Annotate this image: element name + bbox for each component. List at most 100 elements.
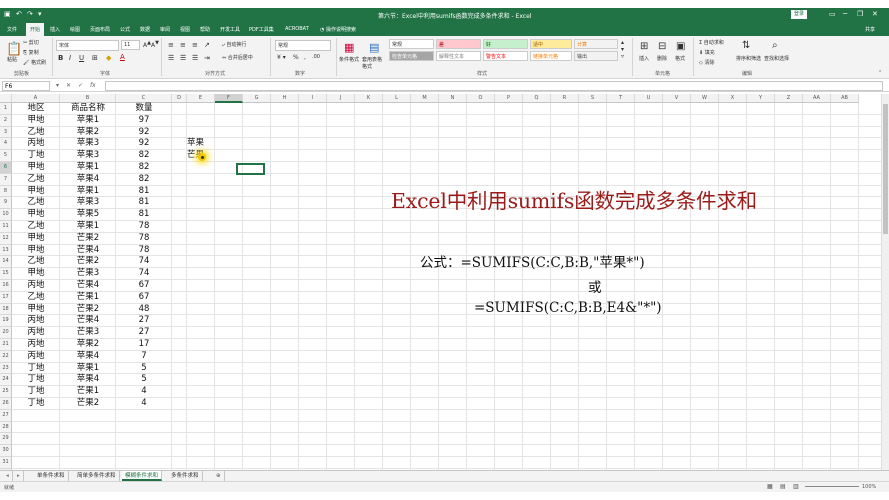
name-box[interactable]: F6: [2, 81, 50, 91]
align-bottom-icon[interactable]: ≡: [192, 41, 198, 49]
conditional-format-icon[interactable]: ▦: [344, 41, 354, 54]
header-region[interactable]: 地区: [12, 103, 60, 115]
cell-quantity[interactable]: 81: [116, 186, 172, 198]
number-format-select[interactable]: 常规: [275, 40, 331, 51]
cell-product[interactable]: 芒果4: [60, 280, 116, 292]
column-header-i[interactable]: I: [299, 94, 327, 103]
column-header-v[interactable]: V: [663, 94, 691, 103]
sheet-tab-4[interactable]: 多条件求和: [168, 471, 203, 481]
style-neutral[interactable]: 适中: [530, 39, 572, 49]
cell-region[interactable]: 乙地: [12, 256, 60, 268]
cell-region[interactable]: 乙地: [12, 292, 60, 304]
cell-product[interactable]: 苹果3: [60, 138, 116, 150]
column-header-aa[interactable]: AA: [803, 94, 831, 103]
wrap-text-button[interactable]: ⤶ 自动换行: [222, 41, 246, 48]
cell-quantity[interactable]: 4: [116, 398, 172, 410]
row-header-20[interactable]: 20: [0, 327, 12, 339]
column-header-k[interactable]: K: [355, 94, 383, 103]
cell-region[interactable]: 丙地: [12, 327, 60, 339]
tab-file[interactable]: 文件: [7, 26, 17, 33]
column-header-p[interactable]: P: [495, 94, 523, 103]
column-header-t[interactable]: T: [607, 94, 635, 103]
cell-quantity[interactable]: 92: [116, 138, 172, 150]
tab-view[interactable]: 视图: [180, 26, 190, 33]
cell-product[interactable]: 芒果2: [60, 398, 116, 410]
column-header-c[interactable]: C: [116, 94, 172, 103]
tab-data[interactable]: 数据: [140, 26, 150, 33]
style-check-cell[interactable]: 检查单元格: [389, 51, 434, 61]
tab-pdf[interactable]: PDF工具集: [249, 26, 274, 33]
row-header-28[interactable]: 28: [0, 421, 12, 434]
style-warning[interactable]: 警告文本: [483, 51, 528, 61]
cell-product[interactable]: 苹果3: [60, 150, 116, 162]
row-header-19[interactable]: 19: [0, 315, 12, 328]
cell-product[interactable]: 苹果2: [60, 127, 116, 139]
find-select-icon[interactable]: ⌕: [772, 40, 778, 51]
format-cells-button[interactable]: 格式: [675, 55, 685, 62]
cell-region[interactable]: 丙地: [12, 138, 60, 150]
comma-icon[interactable]: ,: [304, 54, 306, 61]
cell-region[interactable]: 甲地: [12, 233, 60, 245]
find-select-button[interactable]: 查找和选择: [764, 55, 789, 62]
column-header-o[interactable]: O: [467, 94, 495, 103]
tab-formulas[interactable]: 公式: [120, 26, 130, 33]
row-header-12[interactable]: 12: [0, 232, 12, 245]
customize-icon[interactable]: ▾: [38, 10, 42, 18]
cell-region[interactable]: 丙地: [12, 280, 60, 292]
column-header-q[interactable]: Q: [523, 94, 551, 103]
name-box-dropdown-icon[interactable]: ▾: [56, 82, 59, 89]
style-good[interactable]: 好: [483, 39, 528, 49]
cell-region[interactable]: 丙地: [12, 339, 60, 351]
cell-product[interactable]: 苹果1: [60, 162, 116, 174]
row-header-10[interactable]: 10: [0, 209, 12, 221]
cell-region[interactable]: 丁地: [12, 374, 60, 386]
row-header-16[interactable]: 16: [0, 280, 12, 292]
tab-help[interactable]: 帮助: [200, 26, 210, 33]
style-bad[interactable]: 差: [436, 39, 481, 49]
cell-quantity[interactable]: 74: [116, 256, 172, 268]
row-header-9[interactable]: 9: [0, 197, 12, 210]
paste-icon[interactable]: 📋: [6, 42, 22, 57]
cell-quantity[interactable]: 27: [116, 315, 172, 327]
cell-region[interactable]: 乙地: [12, 197, 60, 209]
cell-quantity[interactable]: 78: [116, 233, 172, 245]
tab-scroll-left-icon[interactable]: ◂: [3, 471, 13, 481]
column-header-ab[interactable]: AB: [831, 94, 859, 103]
style-normal[interactable]: 常规: [389, 39, 434, 49]
cell-quantity[interactable]: 5: [116, 363, 172, 375]
insert-cells-icon[interactable]: ⊞: [640, 41, 648, 52]
cell-quantity[interactable]: 17: [116, 339, 172, 351]
cell-product[interactable]: 苹果4: [60, 351, 116, 363]
cell-region[interactable]: 甲地: [12, 186, 60, 198]
cell-region[interactable]: 甲地: [12, 209, 60, 221]
row-header-27[interactable]: 27: [0, 409, 12, 422]
align-right-icon[interactable]: ☰: [192, 54, 198, 62]
column-header-n[interactable]: N: [439, 94, 467, 103]
collapse-ribbon-icon[interactable]: ⌃: [878, 70, 882, 76]
column-header-w[interactable]: W: [691, 94, 719, 103]
cell-quantity[interactable]: 82: [116, 150, 172, 162]
cell-region[interactable]: 甲地: [12, 268, 60, 280]
cell-quantity[interactable]: 67: [116, 280, 172, 292]
row-header-11[interactable]: 11: [0, 221, 12, 233]
criteria-cell-e4[interactable]: 苹果: [174, 138, 204, 150]
orientation-icon[interactable]: ↗: [204, 41, 210, 49]
cell-quantity[interactable]: 74: [116, 268, 172, 280]
column-header-u[interactable]: U: [635, 94, 663, 103]
table-format-button[interactable]: 套用表格格式: [362, 56, 386, 70]
align-top-icon[interactable]: ≡: [168, 41, 174, 49]
cell-quantity[interactable]: 48: [116, 304, 172, 316]
borders-icon[interactable]: ⊞: [92, 54, 98, 62]
cell-product[interactable]: 芒果1: [60, 386, 116, 398]
column-header-x[interactable]: X: [719, 94, 747, 103]
cell-product[interactable]: 苹果1: [60, 363, 116, 375]
cell-quantity[interactable]: 97: [116, 115, 172, 127]
cell-product[interactable]: 苹果3: [60, 197, 116, 209]
cut-button[interactable]: ✂ 剪切: [23, 39, 39, 46]
cell-region[interactable]: 丁地: [12, 363, 60, 375]
format-cells-icon[interactable]: ▣: [676, 41, 685, 52]
column-header-y[interactable]: Y: [747, 94, 775, 103]
row-header-30[interactable]: 30: [0, 445, 12, 457]
cell-region[interactable]: 甲地: [12, 162, 60, 174]
cancel-icon[interactable]: ✕: [66, 82, 71, 89]
